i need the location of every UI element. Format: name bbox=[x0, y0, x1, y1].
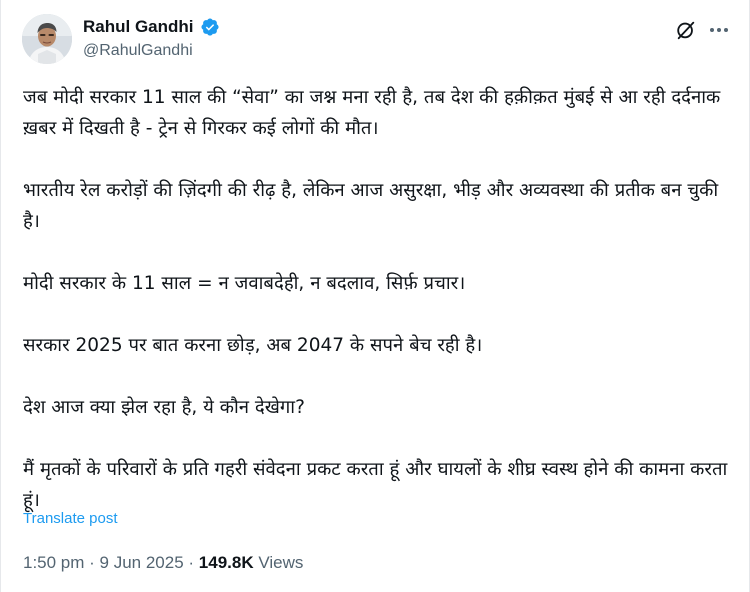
tweet-card: Rahul Gandhi @RahulGandhi जब मोदी सरकार … bbox=[0, 0, 750, 592]
meta-separator: · bbox=[183, 553, 199, 572]
translate-post-link[interactable]: Translate post bbox=[23, 510, 118, 527]
tweet-paragraph: जब मोदी सरकार 11 साल की “सेवा” का जश्न म… bbox=[23, 87, 721, 139]
tweet-paragraph: सरकार 2025 पर बात करना छोड़, अब 2047 के … bbox=[23, 335, 483, 356]
author-name-row[interactable]: Rahul Gandhi bbox=[83, 17, 220, 37]
author-handle[interactable]: @RahulGandhi bbox=[83, 42, 193, 60]
verified-badge-icon bbox=[200, 18, 219, 36]
tweet-paragraph: मोदी सरकार के 11 साल = न जवाबदेही, न बदल… bbox=[23, 273, 466, 294]
timestamp-date[interactable]: 9 Jun 2025 bbox=[100, 553, 184, 573]
views-label: Views bbox=[253, 553, 304, 572]
card-left-border bbox=[0, 0, 1, 592]
tweet-paragraph: भारतीय रेल करोड़ों की ज़िंदगी की रीढ़ है… bbox=[23, 180, 719, 232]
grok-icon[interactable] bbox=[675, 19, 697, 41]
meta-separator: · bbox=[84, 553, 100, 572]
avatar[interactable] bbox=[22, 14, 72, 64]
views-count[interactable]: 149.8K bbox=[199, 553, 254, 573]
author-name[interactable]: Rahul Gandhi bbox=[83, 17, 194, 37]
more-horizontal-icon[interactable] bbox=[707, 20, 731, 40]
timestamp-time[interactable]: 1:50 pm bbox=[23, 553, 84, 573]
tweet-paragraph: मैं मृतकों के परिवारों के प्रति गहरी संव… bbox=[23, 459, 728, 511]
avatar-portrait-icon bbox=[22, 14, 72, 64]
tweet-meta: 1:50 pm · 9 Jun 2025 · 149.8K Views bbox=[23, 553, 303, 573]
tweet-text: जब मोदी सरकार 11 साल की “सेवा” का जश्न म… bbox=[23, 82, 733, 516]
tweet-paragraph: देश आज क्या झेल रहा है, ये कौन देखेगा? bbox=[23, 397, 305, 418]
